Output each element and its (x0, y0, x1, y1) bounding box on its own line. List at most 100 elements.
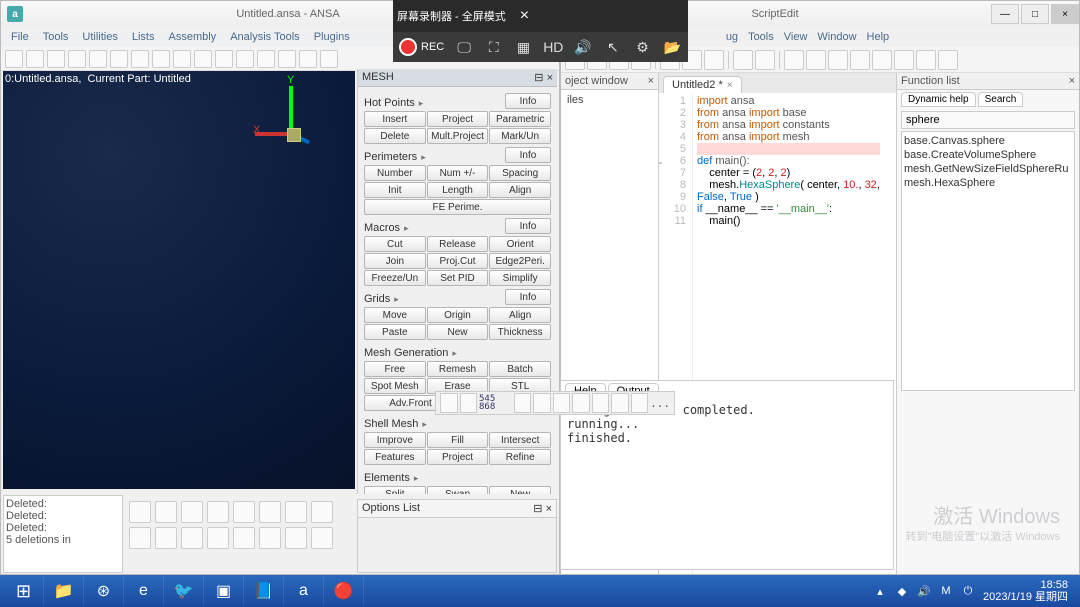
mesh-button[interactable]: Join (364, 253, 426, 269)
system-tray[interactable]: ▴ ◆ 🔊 M ⏻ 18:58 2023/1/19 星期四 (873, 579, 1076, 603)
tray-icon[interactable]: ⏻ (961, 584, 975, 598)
editor-tab[interactable]: Untitled2 * × (663, 76, 742, 93)
tool-icon[interactable] (311, 501, 333, 523)
mesh-button[interactable]: Thickness (489, 324, 551, 340)
mesh-button[interactable]: Origin (427, 307, 489, 323)
tray-icon[interactable]: 🔊 (917, 584, 931, 598)
toolbar-icon[interactable] (131, 50, 149, 68)
toolbar-icon[interactable] (47, 50, 65, 68)
tool-icon[interactable] (285, 501, 307, 523)
mesh-button[interactable]: Free (364, 361, 426, 377)
tray-up-icon[interactable]: ▴ (873, 584, 887, 598)
toolbar-icon[interactable] (850, 50, 870, 70)
mesh-button[interactable]: Simplify (489, 270, 551, 286)
fn-result[interactable]: mesh.GetNewSizeFieldSphereRu (904, 162, 1072, 176)
axis-gizmo[interactable]: Y X (255, 86, 325, 156)
menu-lists[interactable]: Lists (126, 29, 161, 45)
menu-debug[interactable]: ug (722, 29, 742, 45)
section-header[interactable]: Mesh Generation (364, 347, 457, 359)
menu-tools[interactable]: Tools (37, 29, 75, 45)
taskbar-app[interactable]: 📘 (244, 577, 284, 605)
info-button[interactable]: Info (505, 218, 551, 234)
menu-file[interactable]: File (5, 29, 35, 45)
fn-tab-search[interactable]: Search (978, 92, 1024, 107)
mesh-button[interactable]: Set PID (427, 270, 489, 286)
mesh-button[interactable]: Features (364, 449, 426, 465)
mesh-button[interactable]: Insert (364, 111, 426, 127)
tree-node[interactable]: iles (561, 90, 658, 110)
monitor-icon[interactable]: 🖵 (454, 37, 474, 57)
tool-icon[interactable] (631, 393, 649, 413)
section-header[interactable]: Grids (364, 293, 399, 305)
tab-close-icon[interactable]: × (727, 80, 733, 91)
toolbar-icon[interactable] (194, 50, 212, 68)
tool-icon[interactable] (129, 501, 151, 523)
toolbar-icon[interactable] (894, 50, 914, 70)
mesh-button[interactable]: Release (427, 236, 489, 252)
mesh-button[interactable]: New (489, 486, 551, 494)
mesh-button[interactable]: New (427, 324, 489, 340)
toolbar-icon[interactable] (89, 50, 107, 68)
close-button[interactable]: × (1051, 4, 1079, 24)
tool-icon[interactable] (129, 527, 151, 549)
taskbar-app[interactable]: 🐦 (164, 577, 204, 605)
mesh-button[interactable]: Move (364, 307, 426, 323)
toolbar-icon[interactable] (299, 50, 317, 68)
toolbar-icon[interactable] (236, 50, 254, 68)
menu-window[interactable]: Window (813, 29, 860, 45)
tool-icon[interactable] (611, 393, 629, 413)
menu-tools[interactable]: Tools (744, 29, 778, 45)
toolbar-icon[interactable] (872, 50, 892, 70)
maximize-button[interactable]: □ (1021, 4, 1049, 24)
run-icon[interactable] (784, 50, 804, 70)
mesh-button[interactable]: Delete (364, 128, 426, 144)
menu-help[interactable]: Help (863, 29, 894, 45)
taskbar-app[interactable]: ▣ (204, 577, 244, 605)
menu-view[interactable]: View (780, 29, 812, 45)
toolbar-icon[interactable] (828, 50, 848, 70)
mesh-button[interactable]: Parametric (489, 111, 551, 127)
toolbar-icon[interactable] (806, 50, 826, 70)
log-box[interactable]: Deleted: Deleted: Deleted: 5 deletions i… (3, 495, 123, 573)
screen-recorder-titlebar[interactable]: 屏幕录制器 - 全屏模式 × (393, 0, 688, 32)
tool-icon[interactable] (155, 501, 177, 523)
toolbar-icon[interactable] (173, 50, 191, 68)
mesh-button[interactable]: Mark/Un (489, 128, 551, 144)
toolbar-icon[interactable] (110, 50, 128, 68)
toolbar-icon[interactable] (257, 50, 275, 68)
tool-icon[interactable] (233, 501, 255, 523)
mesh-button[interactable]: Project (427, 449, 489, 465)
menu-analysis[interactable]: Analysis Tools (224, 29, 306, 45)
tool-icon[interactable] (311, 527, 333, 549)
tool-icon[interactable] (259, 527, 281, 549)
mesh-button[interactable]: Intersect (489, 432, 551, 448)
record-button[interactable]: REC (399, 38, 444, 56)
close-icon[interactable]: × (648, 75, 654, 87)
toolbar-more[interactable]: ... (650, 397, 670, 410)
tray-icon[interactable]: M (939, 584, 953, 598)
mesh-button[interactable]: Spacing (489, 165, 551, 181)
tool-icon[interactable] (460, 393, 478, 413)
toolbar-icon[interactable] (916, 50, 936, 70)
toolbar-icon[interactable] (320, 50, 338, 68)
taskbar-app[interactable]: ⊛ (84, 577, 124, 605)
windows-taskbar[interactable]: ⊞ 📁 ⊛ e 🐦 ▣ 📘 a 🔴 ▴ ◆ 🔊 M ⏻ 18:58 2023/1… (0, 575, 1080, 607)
start-button[interactable]: ⊞ (4, 577, 44, 605)
mesh-button[interactable]: Edge2Peri. (489, 253, 551, 269)
taskbar-app[interactable]: 📁 (44, 577, 84, 605)
mesh-button[interactable]: Length (427, 182, 489, 198)
tool-icon[interactable] (440, 393, 458, 413)
section-header[interactable]: Hot Points (364, 97, 423, 109)
cursor-icon[interactable]: ↖ (603, 37, 623, 57)
taskbar-app[interactable]: e (124, 577, 164, 605)
menu-utilities[interactable]: Utilities (76, 29, 123, 45)
menu-assembly[interactable]: Assembly (163, 29, 223, 45)
mesh-button[interactable]: Improve (364, 432, 426, 448)
tool-icon[interactable] (259, 501, 281, 523)
section-header[interactable]: Perimeters (364, 151, 426, 163)
tool-icon[interactable] (181, 527, 203, 549)
speaker-icon[interactable]: 🔊 (573, 37, 593, 57)
fn-results-list[interactable]: base.Canvas.spherebase.CreateVolumeSpher… (901, 131, 1075, 391)
info-button[interactable]: Info (505, 93, 551, 109)
hd-icon[interactable]: HD (543, 37, 563, 57)
